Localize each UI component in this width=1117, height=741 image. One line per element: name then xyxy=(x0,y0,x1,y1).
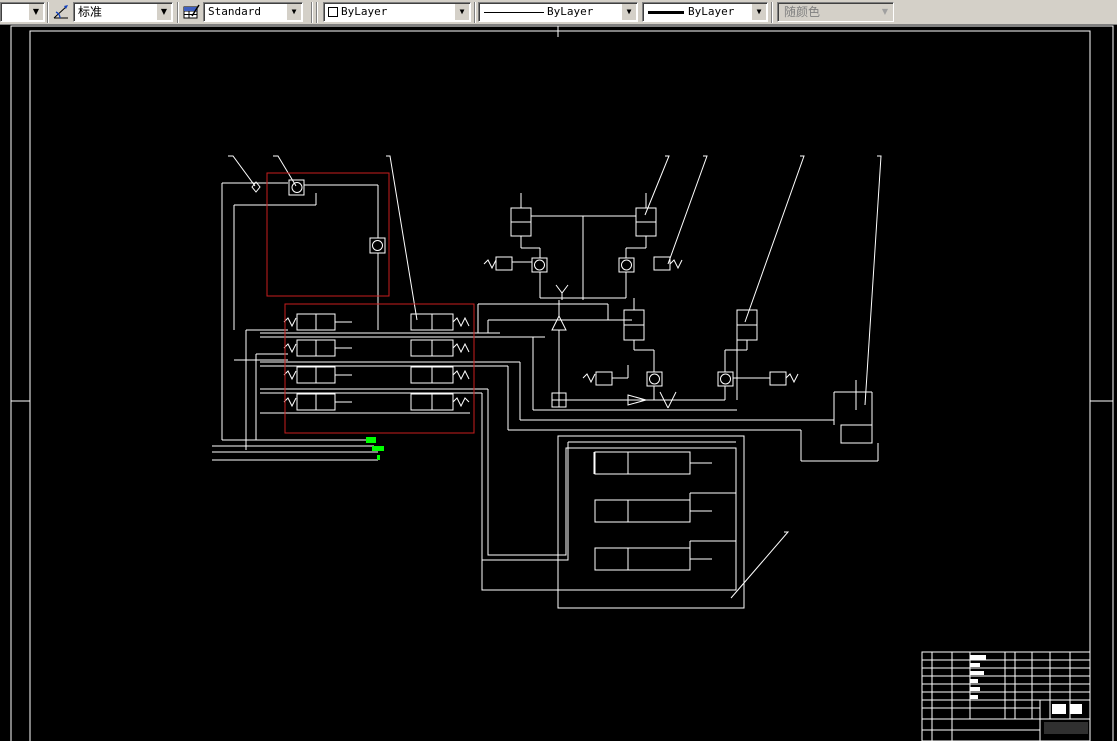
plot-style-control-combo: 随颜色 ▼ xyxy=(777,2,894,22)
drawing-frame-inner xyxy=(29,30,1091,741)
color-control-value: ByLayer xyxy=(341,5,388,18)
right-cylinder xyxy=(507,362,879,462)
plot-style-control-value: 随颜色 xyxy=(784,5,821,19)
dimension-style-icon[interactable] xyxy=(52,3,70,21)
leader-lines xyxy=(228,155,882,599)
table-style-value: Standard xyxy=(208,5,261,18)
table-style-combo[interactable]: Standard ▼ xyxy=(203,2,303,22)
valve-bank xyxy=(260,313,545,414)
dimension-style-value: 标准 xyxy=(78,5,103,19)
toolbar-separator xyxy=(771,2,773,23)
prev-combo-stub[interactable]: ▼ xyxy=(0,2,45,22)
toolbar-separator xyxy=(316,2,318,23)
dropdown-arrow-icon[interactable]: ▼ xyxy=(752,4,766,20)
middle-right-circuit xyxy=(532,298,799,411)
highlight-box-valve-bank xyxy=(284,303,475,434)
dropdown-arrow-icon[interactable]: ▼ xyxy=(622,4,636,20)
lineweight-control-combo[interactable]: ByLayer ▼ xyxy=(642,2,768,22)
table-style-icon[interactable] xyxy=(182,3,200,21)
color-control-combo[interactable]: ByLayer ▼ xyxy=(323,2,471,22)
color-swatch-icon xyxy=(328,7,338,17)
toolbar-separator xyxy=(177,2,179,23)
dropdown-arrow-icon[interactable]: ▼ xyxy=(29,4,43,20)
dimension-style-combo[interactable]: 标准 ▼ xyxy=(73,2,173,22)
lineweight-sample-icon xyxy=(648,11,684,14)
dropdown-arrow-icon[interactable]: ▼ xyxy=(287,4,301,20)
drawing-canvas[interactable] xyxy=(0,25,1117,741)
toolbar-separator xyxy=(311,2,313,23)
top-left-circuit xyxy=(212,179,386,461)
properties-toolbar: ▼ 标准 ▼ Standard ▼ ByLayer ▼ ByLayer ▼ By… xyxy=(0,0,1117,25)
linetype-control-combo[interactable]: ByLayer ▼ xyxy=(478,2,638,22)
highlight-box-upper xyxy=(266,172,390,297)
dropdown-arrow-icon[interactable]: ▼ xyxy=(157,4,171,20)
drawing-frame-outer xyxy=(10,25,1114,741)
linetype-sample-icon xyxy=(484,12,544,13)
lineweight-control-value: ByLayer xyxy=(688,5,735,18)
dropdown-arrow-icon[interactable]: ▼ xyxy=(455,4,469,20)
bottom-cylinder-group xyxy=(481,389,745,609)
top-middle-circuit xyxy=(477,193,683,393)
dropdown-arrow-icon: ▼ xyxy=(878,4,892,20)
toolbar-separator xyxy=(474,2,476,23)
linetype-control-value: ByLayer xyxy=(547,5,594,18)
toolbar-separator xyxy=(47,2,49,23)
green-markers xyxy=(366,437,384,460)
